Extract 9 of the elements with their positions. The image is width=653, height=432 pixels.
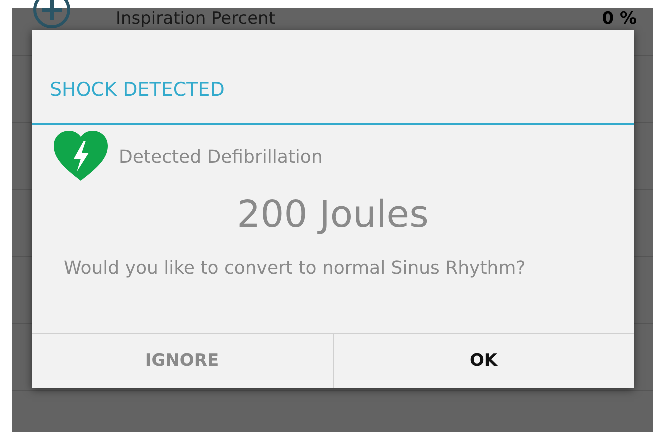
ok-button[interactable]: OK bbox=[334, 334, 634, 388]
dialog-title: SHOCK DETECTED bbox=[32, 30, 634, 125]
row-value: 0 % bbox=[602, 9, 637, 29]
add-icon[interactable] bbox=[32, 0, 72, 30]
heart-lightning-icon bbox=[53, 131, 109, 183]
row-label: Inspiration Percent bbox=[116, 9, 276, 29]
energy-value: 200 Joules bbox=[236, 193, 430, 236]
question-text: Would you like to convert to normal Sinus Rhythm? bbox=[63, 258, 527, 279]
detection-label: Detected Defibrillation bbox=[119, 146, 323, 168]
